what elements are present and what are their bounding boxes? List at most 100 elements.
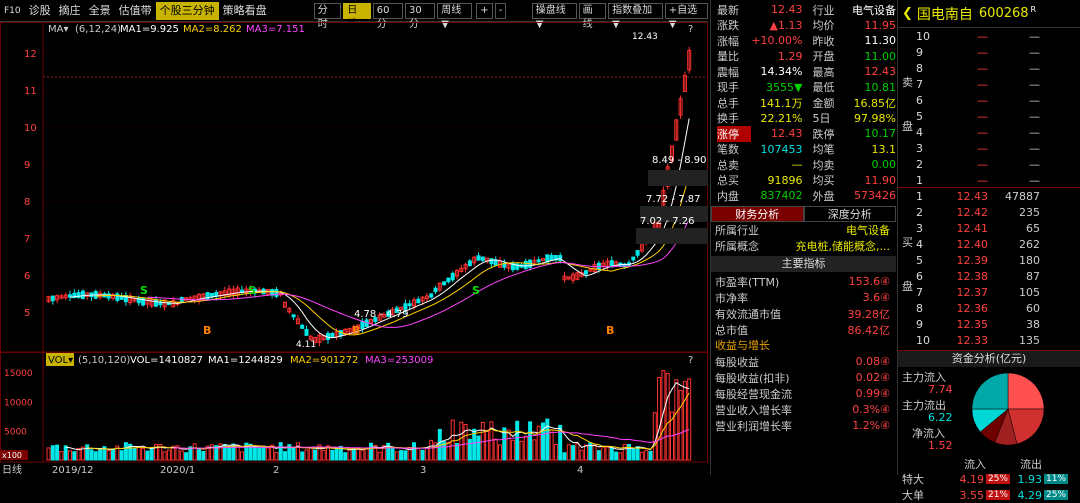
toolbar-item-zhaizhuang[interactable]: 摘庄: [55, 2, 85, 20]
capital-row: 特大 4.19 25% 1.93 11%: [898, 471, 1080, 487]
add-watchlist-dropdown[interactable]: +自选▼: [664, 2, 709, 30]
order-level[interactable]: 6 12.38 87: [916, 268, 1080, 284]
metric-row[interactable]: 每股收益 0.08④: [715, 354, 896, 370]
concept-value[interactable]: 充电桩,储能概念,...: [796, 238, 890, 254]
toolbar-item-strategy[interactable]: 策略看盘: [219, 2, 271, 20]
vol-help-icon[interactable]: ?: [688, 355, 693, 366]
metric-value: 0.02④: [855, 371, 890, 384]
order-level[interactable]: 5 — —: [916, 108, 1080, 124]
main-metrics-list: 市盈率(TTM) 153.6④ 市净率 3.6④ 有效流通市值 39.28亿 总市值 86.4…: [711, 274, 896, 338]
order-level[interactable]: 1 — —: [916, 172, 1080, 188]
kline-chart-svg[interactable]: 12 11 10 9 8 7 6 5 MA▾ (6,12,24) MA1=9.925 MA2=…: [0, 22, 708, 476]
volume-bar: [347, 449, 352, 461]
quote-value: ▲1.13: [769, 18, 803, 32]
price-help-icon[interactable]: ?: [688, 24, 693, 35]
metric-row[interactable]: 有效流通市值 39.28亿: [715, 306, 896, 322]
period-intraday-button[interactable]: 分时: [313, 2, 342, 30]
capital-in-pct: 21%: [986, 490, 1010, 500]
volume-bar: [68, 450, 72, 461]
industry-value[interactable]: 电气设备: [846, 222, 890, 238]
quote-value-2: 10.81: [864, 80, 896, 94]
candle-body: [154, 299, 158, 307]
level-price: 12.37: [956, 285, 989, 299]
metric-row[interactable]: 每股经营现金流 0.99④: [715, 386, 896, 402]
stock-expand-icon[interactable]: ❮: [902, 6, 913, 21]
quote-value: +10.00%: [751, 34, 803, 48]
x-axis-period-label[interactable]: 日线: [2, 463, 22, 476]
order-level[interactable]: 10 12.33 135: [916, 332, 1080, 348]
level-number: 9: [916, 317, 923, 331]
order-level[interactable]: 4 12.40 262: [916, 236, 1080, 252]
order-level[interactable]: 7 12.37 105: [916, 284, 1080, 300]
order-level[interactable]: 8 12.36 60: [916, 300, 1080, 316]
toolbar-item-valuation[interactable]: 估值带: [115, 2, 156, 20]
range-label-3: 7.02 - 7.26: [640, 216, 695, 227]
draw-line-button[interactable]: 画线: [578, 2, 607, 30]
ma-indicator-label[interactable]: MA▾: [48, 24, 69, 35]
period-weekly-button[interactable]: 周线▼: [437, 2, 473, 30]
vol-ma3-value: MA3=253009: [365, 355, 433, 366]
metric-row[interactable]: 市盈率(TTM) 153.6④: [715, 274, 896, 290]
order-level[interactable]: 4 — —: [916, 124, 1080, 140]
order-level[interactable]: 7 — —: [916, 76, 1080, 92]
capital-row: 大单 3.55 21% 4.29 25%: [898, 487, 1080, 503]
index-overlay-dropdown[interactable]: 指数叠加▼: [608, 2, 663, 30]
volume-bar: [412, 442, 416, 461]
quote-label: 最新: [717, 3, 739, 17]
level-number: 1: [916, 189, 923, 203]
volume-bar: [532, 439, 537, 461]
chart-area[interactable]: 12 11 10 9 8 7 6 5 MA▾ (6,12,24) MA1=9.925 MA2=…: [0, 22, 708, 476]
order-level[interactable]: 2 12.42 235: [916, 204, 1080, 220]
metric-row[interactable]: 总市值 86.42亿: [715, 322, 896, 338]
volume-ma-line: [87, 392, 690, 450]
net-inflow-value: 1.52: [928, 439, 953, 452]
tab-depth-analysis[interactable]: 深度分析: [803, 205, 896, 222]
range-label-1: 8.49 - 8.90: [652, 155, 707, 166]
toolbar-item-diagnose[interactable]: 诊股: [25, 2, 55, 20]
metric-value: 3.6④: [862, 291, 890, 304]
quote-label-2: 昨收: [812, 34, 835, 48]
quote-label: 总买: [717, 174, 739, 188]
f10-button[interactable]: F10: [0, 2, 25, 20]
level-volume: —: [1029, 45, 1040, 59]
vol-indicator-label[interactable]: VOL▾: [48, 355, 73, 366]
order-level[interactable]: 1 12.43 47887: [916, 188, 1080, 204]
order-level[interactable]: 8 — —: [916, 60, 1080, 76]
zoom-in-button[interactable]: +: [476, 2, 493, 19]
quote-label: 震幅: [717, 65, 739, 79]
sell-label-2: 盘: [902, 120, 913, 133]
volume-bar: [351, 447, 356, 461]
metric-row[interactable]: 营业收入增长率 0.3%④: [715, 402, 896, 418]
order-level[interactable]: 5 12.39 180: [916, 252, 1080, 268]
metric-row[interactable]: 营业利润增长率 1.2%④: [715, 418, 896, 434]
quote-value-2: 11.30: [864, 34, 896, 48]
volume-bar: [149, 447, 154, 461]
order-level[interactable]: 10 — —: [916, 28, 1080, 44]
candle-body: [584, 270, 588, 275]
candle-body: [80, 290, 85, 299]
order-level[interactable]: 3 12.41 65: [916, 220, 1080, 236]
metric-row[interactable]: 市净率 3.6④: [715, 290, 896, 306]
volume-bar: [631, 447, 636, 461]
candle-body: [291, 314, 296, 318]
zoom-out-button[interactable]: -: [494, 2, 507, 19]
candle-body: [635, 250, 640, 256]
order-level[interactable]: 2 — —: [916, 156, 1080, 172]
toolbar-item-three-minute[interactable]: 个股三分钟: [155, 1, 219, 20]
trade-line-dropdown[interactable]: 操盘线▼: [531, 2, 577, 30]
metric-row[interactable]: 每股收益(扣非) 0.02④: [715, 370, 896, 386]
volume-bar: [313, 449, 318, 461]
toolbar-item-panorama[interactable]: 全景: [85, 2, 115, 20]
quote-row: 总买 91896 均买 11.90: [717, 173, 896, 189]
period-30min-button[interactable]: 30分: [405, 2, 436, 30]
period-60min-button[interactable]: 60分: [372, 2, 403, 30]
order-level[interactable]: 3 — —: [916, 140, 1080, 156]
volume-bar: [424, 447, 429, 461]
volume-bar: [399, 450, 404, 461]
order-level[interactable]: 9 12.35 38: [916, 316, 1080, 332]
period-daily-button[interactable]: 日线: [343, 2, 371, 30]
tab-financial-analysis[interactable]: 财务分析: [711, 205, 804, 222]
quote-row: 内盘 837402 外盘 573426: [717, 188, 896, 204]
order-level[interactable]: 6 — —: [916, 92, 1080, 108]
order-level[interactable]: 9 — —: [916, 44, 1080, 60]
